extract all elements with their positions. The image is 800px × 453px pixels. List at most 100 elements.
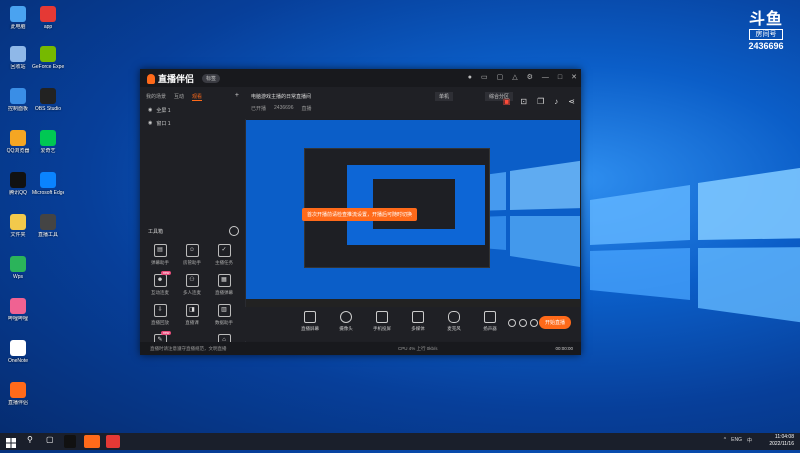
bell-icon[interactable]: ♪ <box>554 97 558 106</box>
new-badge: new <box>161 271 172 275</box>
desktop-icon-control-panel[interactable]: 控制面板 <box>2 88 34 112</box>
tab-interact[interactable]: 互动 <box>174 93 184 101</box>
start-button[interactable] <box>6 435 18 448</box>
desktop-icon-app[interactable]: app <box>32 6 64 30</box>
preview-taskbar <box>246 299 580 307</box>
settings-gear-icon[interactable] <box>530 319 538 327</box>
media-icon <box>412 311 424 323</box>
phone-icon <box>376 311 388 323</box>
tool-room-manager[interactable]: ☺ 房管助手 <box>176 244 208 266</box>
desktop-icon-folder[interactable]: 文件夹 <box>2 214 34 238</box>
desktop-icon-live-companion[interactable]: 直播伴侣 <box>2 382 34 406</box>
desktop-icon-obs[interactable]: OBS Studio <box>32 88 64 112</box>
desktop-icon-bilibili[interactable]: 哔哩哔哩 <box>2 298 34 322</box>
toolbox-grid: ▤ 弹幕助手 ☺ 房管助手 ✓ 主播任务 new ☻ 互动连麦 ⚇ 多人连麦 ▦ 直播弹幕 ⇩… <box>144 244 242 356</box>
desktop-icon-live-tool[interactable]: 直播工具 <box>32 214 64 238</box>
eye-icon[interactable]: ◉ <box>148 120 152 127</box>
maximize-icon[interactable]: □ <box>558 73 562 82</box>
eye-icon[interactable]: ◉ <box>148 107 152 114</box>
room-number: 2436696 <box>748 41 784 51</box>
live-companion-window: 直播伴侣 标签 ● ▭ ▢ △ ⚙ — □ ✕ 我的场景 互动 观看 + ◉ 全屏… <box>140 69 581 355</box>
douyu-watermark: 斗鱼 房间号 2436696 <box>740 11 792 52</box>
status-notice[interactable]: 直播时请注意遵守直播规范，文明直播 <box>150 346 227 352</box>
taskbar: ⚲ ▢ ^ ENG 中 11:04:08 2022/11/16 <box>0 433 800 450</box>
scene-item[interactable]: ◉ 窗口 1 <box>140 114 245 127</box>
desktop-icon-qq-browser[interactable]: QQ浏览器 <box>2 130 34 154</box>
desktop-icon-edge[interactable]: Microsoft Edge <box>32 172 64 196</box>
left-panel: 我的场景 互动 观看 + ◉ 全屏 1 ◉ 窗口 1 工具箱 ▤ 弹幕助手 ☺ 房管助手… <box>140 87 246 355</box>
tool-tasks[interactable]: ✓ 主播任务 <box>208 244 240 266</box>
desktop-icon-qq[interactable]: 腾讯QQ <box>2 172 34 196</box>
desktop-icon-onenote[interactable]: OneNote <box>2 340 34 364</box>
tool-replay[interactable]: ⇩ 直播回放 <box>144 304 176 326</box>
status-stats: CPU 4% 上行 0kb/s <box>398 346 438 351</box>
onboarding-tooltip[interactable]: 首次开播前请检查推流设置，开播后可随时切换 <box>302 208 418 221</box>
tool-link-mic[interactable]: new ☻ 互动连麦 <box>144 271 176 296</box>
message-icon[interactable]: ▭ <box>481 73 488 82</box>
microphone-button[interactable]: 麦克风 <box>439 311 469 332</box>
camera-button[interactable]: 摄像头 <box>331 311 361 332</box>
desktop-icon-this-pc[interactable]: 此电脑 <box>2 6 34 30</box>
settings-icon[interactable]: ⚙ <box>527 73 533 82</box>
toolbox-title: 工具箱 <box>148 229 164 235</box>
taskbar-clock[interactable]: 11:04:08 2022/11/16 <box>769 434 794 448</box>
tool-course[interactable]: ◨ 直播课 <box>176 304 208 326</box>
tool-danmaku[interactable]: ▤ 弹幕助手 <box>144 244 176 266</box>
tool-live-danmaku[interactable]: ▦ 直播弹幕 <box>208 274 240 296</box>
media-button[interactable]: 多媒体 <box>403 311 433 332</box>
screen-capture-button[interactable]: 直播屏幕 <box>295 311 325 332</box>
system-tray: ^ ENG 中 <box>724 437 752 444</box>
phone-cast-button[interactable]: 手机投屏 <box>367 311 397 332</box>
taskbar-app-3[interactable] <box>106 435 120 448</box>
tool-data[interactable]: ▥ 数据助手 <box>208 304 240 326</box>
gift-icon[interactable]: ▢ <box>497 73 504 82</box>
new-badge: new <box>161 331 172 335</box>
left-tabs: 我的场景 互动 观看 + <box>140 87 245 101</box>
record-icon[interactable] <box>508 319 516 327</box>
lock-icon[interactable]: ⊡ <box>520 97 527 106</box>
shirt-icon[interactable]: △ <box>512 73 517 82</box>
stream-info-bar: 电脑游戏主播的日常直播间 单机 综合分区 已开播 2436696 直播 ▣ ⊡ … <box>245 87 581 119</box>
app-logo: 直播伴侣 <box>147 72 194 85</box>
tab-watch[interactable]: 观看 <box>192 93 203 101</box>
toolbox-settings-icon[interactable] <box>229 226 239 236</box>
scene-item[interactable]: ◉ 全屏 1 <box>140 101 245 114</box>
desktop-icon-recycle-bin[interactable]: 回收站 <box>2 46 34 70</box>
minimize-icon[interactable]: — <box>542 73 549 82</box>
speaker-button[interactable]: 扬声器 <box>475 311 505 332</box>
live-timer: 00:00:00 <box>555 346 573 351</box>
add-scene-icon[interactable]: + <box>235 92 239 101</box>
microphone-icon <box>448 311 460 323</box>
flame-icon <box>147 74 155 84</box>
tool-multi-mic[interactable]: ⚇ 多人连麦 <box>176 274 208 296</box>
clock-date: 2022/11/16 <box>769 441 794 447</box>
preview-eye-icon[interactable] <box>519 319 527 327</box>
ime-indicator[interactable]: 中 <box>747 437 752 444</box>
share-icon[interactable]: ⋖ <box>568 97 575 106</box>
gift-box-icon[interactable]: ▣ <box>503 97 511 106</box>
avatar-icon[interactable]: ● <box>468 73 472 82</box>
windows-logo-wallpaper <box>590 167 800 323</box>
desktop-icon-wps[interactable]: Wps <box>2 256 34 280</box>
copy-icon[interactable]: ❐ <box>537 97 544 106</box>
nested-window <box>373 179 455 229</box>
tray-expand-icon[interactable]: ^ <box>724 437 726 444</box>
tab-scenes[interactable]: 我的场景 <box>146 93 166 101</box>
stream-title[interactable]: 电脑游戏主播的日常直播间 <box>251 93 311 100</box>
start-live-button[interactable]: 开始直播 <box>539 316 572 329</box>
version-badge[interactable]: 标签 <box>202 74 221 83</box>
task-view-icon[interactable]: ▢ <box>46 435 56 448</box>
desktop-icon-geforce[interactable]: GeForce Experience <box>32 46 64 70</box>
close-icon[interactable]: ✕ <box>571 73 577 82</box>
taskbar-app-1[interactable] <box>64 435 76 448</box>
app-titlebar: 直播伴侣 标签 ● ▭ ▢ △ ⚙ — □ ✕ <box>140 69 581 87</box>
stream-preview[interactable]: 首次开播前请检查推流设置，开播后可随时切换 <box>246 120 580 307</box>
search-icon[interactable]: ⚲ <box>27 435 37 448</box>
language-indicator[interactable]: ENG <box>731 437 742 444</box>
windows-start-icon <box>6 438 16 448</box>
douyu-logo: 斗鱼 <box>748 11 783 28</box>
room-badge: 房间号 <box>749 29 783 40</box>
desktop-icon-iqiyi[interactable]: 爱奇艺 <box>32 130 64 154</box>
taskbar-live-companion[interactable] <box>84 435 100 448</box>
category-selector[interactable]: 单机 <box>435 92 454 101</box>
